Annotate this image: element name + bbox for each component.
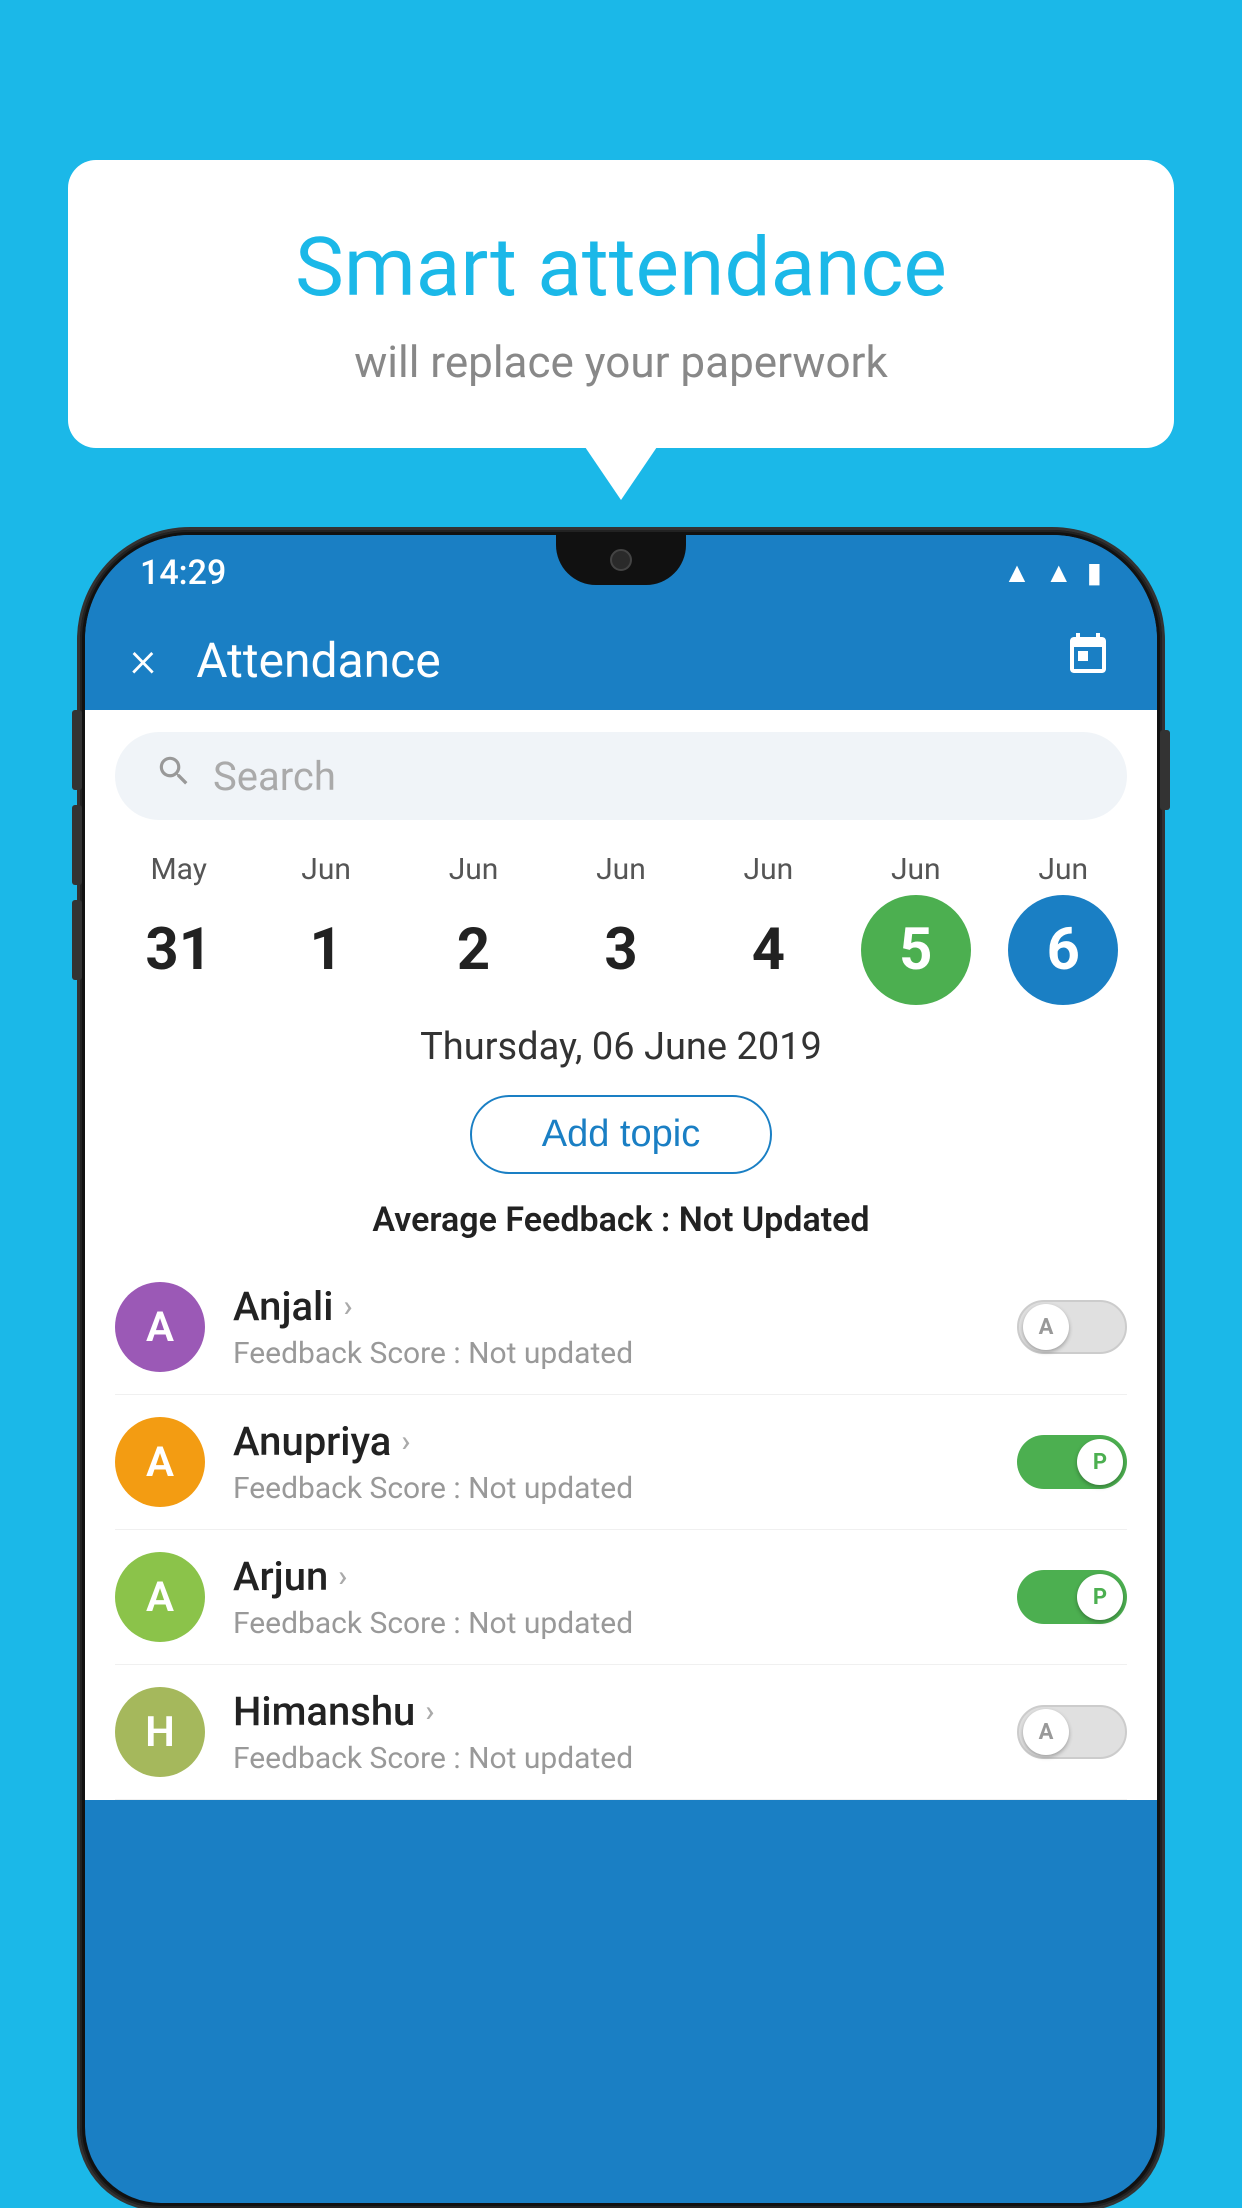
student-info: Anjali › Feedback Score : Not updated bbox=[233, 1283, 1017, 1371]
cal-month-label: Jun bbox=[596, 852, 646, 887]
signal-icon: ▲ bbox=[1045, 556, 1073, 589]
feedback-score: Feedback Score : Not updated bbox=[233, 1606, 1017, 1641]
phone-left-buttons bbox=[72, 710, 82, 980]
student-item[interactable]: AAnjali ›Feedback Score : Not updatedA bbox=[115, 1260, 1127, 1395]
status-bar: 14:29 ▲ ▲ ▮ bbox=[85, 535, 1157, 610]
attendance-toggle[interactable]: P bbox=[1017, 1570, 1127, 1624]
bubble-title: Smart attendance bbox=[148, 220, 1094, 316]
cal-date-label[interactable]: 1 bbox=[271, 895, 381, 1005]
search-bar[interactable]: Search bbox=[115, 732, 1127, 820]
avatar: H bbox=[115, 1687, 205, 1777]
toggle-container[interactable]: P bbox=[1017, 1570, 1127, 1624]
app-header: × Attendance bbox=[85, 610, 1157, 710]
student-info: Arjun › Feedback Score : Not updated bbox=[233, 1553, 1017, 1641]
volume-button bbox=[1160, 730, 1170, 810]
phone-screen: 14:29 ▲ ▲ ▮ × Attendance bbox=[85, 535, 1157, 2203]
chevron-icon: › bbox=[343, 1289, 352, 1324]
toggle-knob: A bbox=[1023, 1304, 1069, 1350]
avg-feedback: Average Feedback : Not Updated bbox=[85, 1190, 1157, 1260]
feedback-score: Feedback Score : Not updated bbox=[233, 1471, 1017, 1506]
toggle-knob: P bbox=[1077, 1574, 1123, 1620]
cal-date-label[interactable]: 5 bbox=[861, 895, 971, 1005]
calendar-day[interactable]: Jun 4 bbox=[703, 852, 833, 1005]
calendar-day[interactable]: May 31 bbox=[114, 852, 244, 1005]
calendar-day[interactable]: Jun 2 bbox=[409, 852, 539, 1005]
student-info: Anupriya › Feedback Score : Not updated bbox=[233, 1418, 1017, 1506]
attendance-toggle[interactable]: P bbox=[1017, 1435, 1127, 1489]
phone-frame: 14:29 ▲ ▲ ▮ × Attendance bbox=[80, 530, 1162, 2208]
calendar-strip: May 31 Jun 1 Jun 2 Jun 3 Jun 4 Jun 5 Jun 6 bbox=[85, 842, 1157, 1005]
cal-month-label: Jun bbox=[744, 852, 794, 887]
cal-date-label[interactable]: 31 bbox=[124, 895, 234, 1005]
student-item[interactable]: A Anupriya › Feedback Score : Not updated P bbox=[115, 1395, 1127, 1530]
cal-month-label: Jun bbox=[1038, 852, 1088, 887]
chevron-icon: › bbox=[425, 1694, 434, 1729]
attendance-toggle[interactable]: A bbox=[1017, 1705, 1127, 1759]
calendar-icon[interactable] bbox=[1064, 631, 1112, 690]
cal-date-label[interactable]: 2 bbox=[419, 895, 529, 1005]
battery-icon: ▮ bbox=[1087, 556, 1102, 589]
close-button[interactable]: × bbox=[130, 631, 156, 689]
feedback-score: Feedback Score : Not updated bbox=[233, 1741, 1017, 1776]
cal-date-label[interactable]: 3 bbox=[566, 895, 676, 1005]
power-button bbox=[72, 710, 82, 790]
status-icons: ▲ ▲ ▮ bbox=[1003, 556, 1102, 589]
add-topic-button[interactable]: Add topic bbox=[470, 1095, 772, 1174]
cal-month-label: Jun bbox=[891, 852, 941, 887]
student-item[interactable]: A Arjun › Feedback Score : Not updated P bbox=[115, 1530, 1127, 1665]
cal-month-label: Jun bbox=[301, 852, 351, 887]
search-input[interactable]: Search bbox=[213, 753, 336, 800]
cal-month-label: May bbox=[150, 852, 206, 887]
bubble-subtitle: will replace your paperwork bbox=[148, 336, 1094, 388]
cal-date-label[interactable]: 4 bbox=[713, 895, 823, 1005]
avatar: A bbox=[115, 1552, 205, 1642]
calendar-day[interactable]: Jun 1 bbox=[261, 852, 391, 1005]
student-item[interactable]: H Himanshu › Feedback Score : Not updatedA bbox=[115, 1665, 1127, 1800]
header-title: Attendance bbox=[196, 632, 1064, 689]
chevron-icon: › bbox=[338, 1559, 347, 1594]
cal-month-label: Jun bbox=[449, 852, 499, 887]
speech-bubble: Smart attendance will replace your paper… bbox=[68, 160, 1174, 448]
calendar-day[interactable]: Jun 3 bbox=[556, 852, 686, 1005]
status-time: 14:29 bbox=[140, 553, 226, 593]
avatar: A bbox=[115, 1417, 205, 1507]
avatar: A bbox=[115, 1282, 205, 1372]
attendance-toggle[interactable]: A bbox=[1017, 1300, 1127, 1354]
screen-content: Search May 31 Jun 1 Jun 2 Jun 3 Jun 4 Jun 5 Jun 6 Thu… bbox=[85, 710, 1157, 1800]
avg-feedback-value: Not Updated bbox=[679, 1200, 870, 1240]
selected-date: Thursday, 06 June 2019 bbox=[85, 1005, 1157, 1079]
notch bbox=[556, 535, 686, 585]
student-list: AAnjali ›Feedback Score : Not updatedAAA… bbox=[85, 1260, 1157, 1800]
phone-side-buttons bbox=[1160, 730, 1170, 810]
vol-down-button bbox=[72, 900, 82, 980]
calendar-day[interactable]: Jun 5 bbox=[851, 852, 981, 1005]
cal-date-label[interactable]: 6 bbox=[1008, 895, 1118, 1005]
wifi-icon: ▲ bbox=[1003, 556, 1031, 589]
chevron-icon: › bbox=[401, 1424, 410, 1459]
search-icon bbox=[155, 752, 193, 800]
camera bbox=[610, 549, 632, 571]
toggle-container[interactable]: A bbox=[1017, 1300, 1127, 1354]
toggle-container[interactable]: P bbox=[1017, 1435, 1127, 1489]
student-name: Anupriya › bbox=[233, 1418, 1017, 1465]
calendar-day[interactable]: Jun 6 bbox=[998, 852, 1128, 1005]
toggle-knob: A bbox=[1023, 1709, 1069, 1755]
student-name: Himanshu › bbox=[233, 1688, 1017, 1735]
student-info: Himanshu › Feedback Score : Not updated bbox=[233, 1688, 1017, 1776]
feedback-score: Feedback Score : Not updated bbox=[233, 1336, 1017, 1371]
student-name: Anjali › bbox=[233, 1283, 1017, 1330]
student-name: Arjun › bbox=[233, 1553, 1017, 1600]
speech-bubble-container: Smart attendance will replace your paper… bbox=[68, 160, 1174, 448]
toggle-container[interactable]: A bbox=[1017, 1705, 1127, 1759]
toggle-knob: P bbox=[1077, 1439, 1123, 1485]
vol-up-button bbox=[72, 805, 82, 885]
avg-feedback-label: Average Feedback : bbox=[372, 1200, 670, 1240]
